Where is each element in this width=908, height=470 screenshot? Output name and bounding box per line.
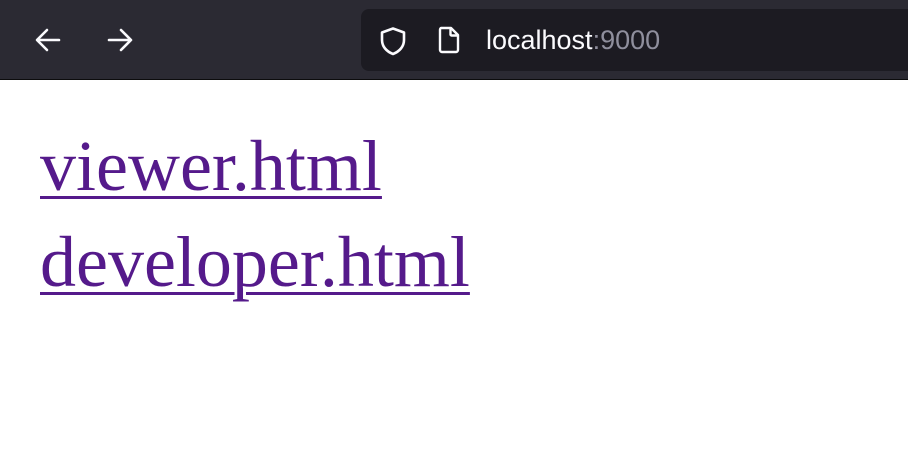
shield-icon[interactable] xyxy=(378,26,408,56)
link-developer[interactable]: developer.html xyxy=(40,214,470,310)
forward-button[interactable] xyxy=(101,21,139,59)
url-port: :9000 xyxy=(592,25,661,55)
url-bar[interactable]: localhost:9000 xyxy=(361,9,908,71)
url-text[interactable]: localhost:9000 xyxy=(486,9,660,71)
page-content: viewer.html developer.html xyxy=(40,118,470,310)
arrow-left-icon xyxy=(35,28,61,52)
link-viewer[interactable]: viewer.html xyxy=(40,118,470,214)
url-host: localhost xyxy=(486,25,593,55)
arrow-right-icon xyxy=(107,28,133,52)
back-button[interactable] xyxy=(29,21,67,59)
browser-toolbar: localhost:9000 xyxy=(0,0,908,80)
page-icon[interactable] xyxy=(437,26,461,54)
